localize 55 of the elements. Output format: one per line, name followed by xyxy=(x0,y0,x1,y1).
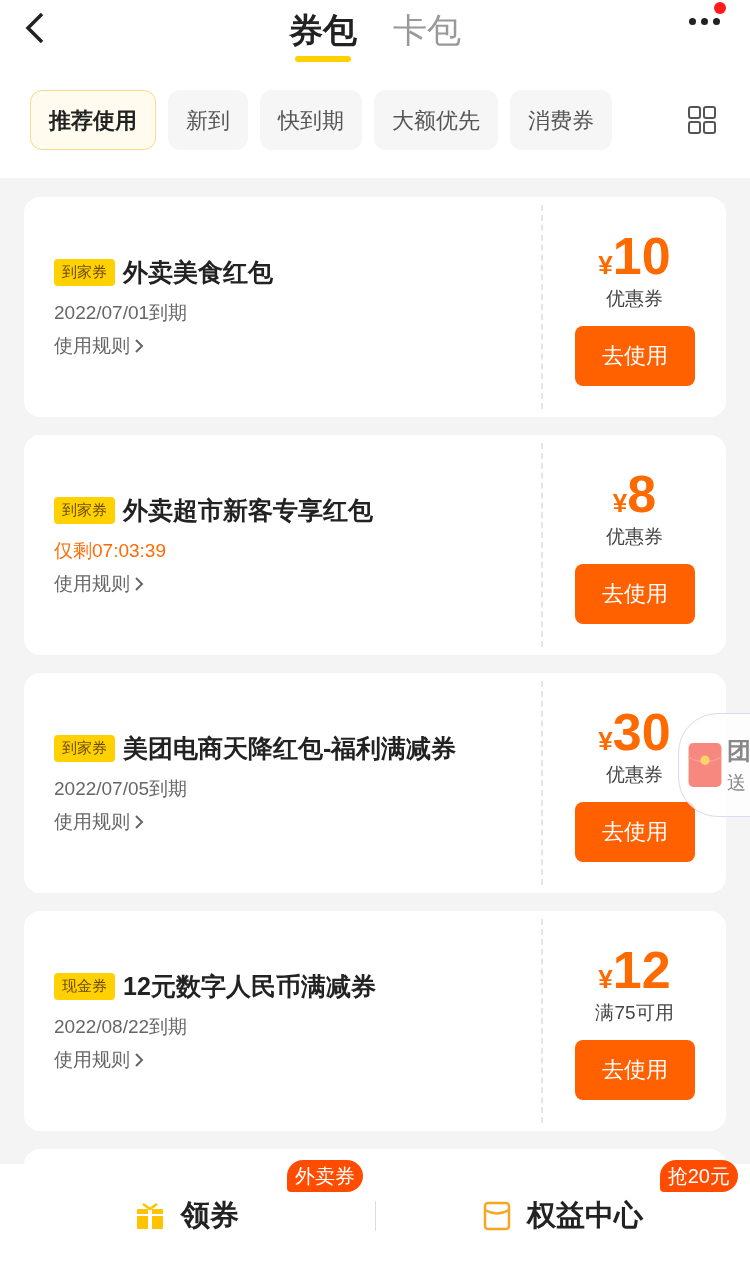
expiry-date: 2022/07/01到期 xyxy=(54,301,189,326)
promo-badge: 抢20元 xyxy=(659,1160,738,1193)
coupon-amount: 10 xyxy=(612,228,671,285)
coupon-tag: 到家券 xyxy=(54,735,115,762)
rules-link[interactable]: 使用规则 xyxy=(54,807,130,837)
coupon-condition: 优惠券 xyxy=(606,525,663,550)
rules-link[interactable]: 使用规则 xyxy=(54,331,130,361)
expiry-date: 2022/08/22到期 xyxy=(54,1015,189,1040)
currency-symbol: ¥ xyxy=(612,488,628,521)
use-button[interactable]: 去使用 xyxy=(574,563,695,624)
chevron-right-icon xyxy=(134,1052,144,1068)
coupon-tag: 到家券 xyxy=(54,497,115,524)
filter-chip[interactable]: 新到 xyxy=(168,90,248,150)
rules-link[interactable]: 使用规则 xyxy=(54,1045,130,1075)
currency-symbol: ¥ xyxy=(598,726,613,759)
floating-widget[interactable]: 团 送 xyxy=(678,713,750,817)
filter-chip[interactable]: 消费券 xyxy=(510,90,612,150)
filter-chip[interactable]: 快到期 xyxy=(260,90,362,150)
gift-icon xyxy=(135,1201,166,1231)
currency-symbol: ¥ xyxy=(598,250,613,283)
coupon-condition: 优惠券 xyxy=(606,287,663,312)
filter-chip[interactable]: 大额优先 xyxy=(374,90,498,150)
currency-symbol: ¥ xyxy=(598,964,613,997)
widget-title: 团 xyxy=(727,735,750,766)
grid-icon[interactable] xyxy=(688,106,716,134)
use-button[interactable]: 去使用 xyxy=(574,801,695,862)
use-button[interactable]: 去使用 xyxy=(574,325,695,386)
coupon-amount: 12 xyxy=(612,942,671,999)
coupon-title: 美团电商天降红包-福利满减券 xyxy=(123,732,457,764)
coupon-title: 12元数字人民币满减券 xyxy=(123,970,376,1002)
expiry-date: 2022/07/05到期 xyxy=(54,777,189,802)
filter-chip[interactable]: 推荐使用 xyxy=(30,90,156,150)
envelope-icon xyxy=(482,1201,511,1231)
coupon-condition: 满75可用 xyxy=(595,1001,674,1026)
coupon-amount: 8 xyxy=(627,466,657,523)
coupon-title: 外卖美食红包 xyxy=(123,256,273,288)
coupon-amount: 30 xyxy=(612,704,671,761)
coupon-tag: 到家券 xyxy=(54,259,115,286)
back-icon[interactable] xyxy=(24,12,46,44)
bottom-bar-label: 领券 xyxy=(181,1198,240,1234)
use-button[interactable]: 去使用 xyxy=(574,1039,695,1100)
coupon-tag: 现金券 xyxy=(54,973,115,1000)
promo-badge: 外卖券 xyxy=(286,1160,363,1193)
coupon-condition: 优惠券 xyxy=(606,763,663,788)
countdown-text: 仅剩07:03:39 xyxy=(54,539,167,564)
chevron-right-icon xyxy=(134,338,144,354)
envelope-icon xyxy=(687,741,723,789)
bottom-bar-label: 权益中心 xyxy=(526,1198,643,1234)
rules-link[interactable]: 使用规则 xyxy=(54,569,130,599)
chevron-right-icon xyxy=(134,814,144,830)
coupon-title: 外卖超市新客专享红包 xyxy=(123,494,373,526)
header-tab[interactable]: 券包 xyxy=(289,4,357,62)
widget-subtitle: 送 xyxy=(727,770,747,795)
chevron-right-icon xyxy=(134,576,144,592)
more-icon[interactable] xyxy=(689,18,720,25)
